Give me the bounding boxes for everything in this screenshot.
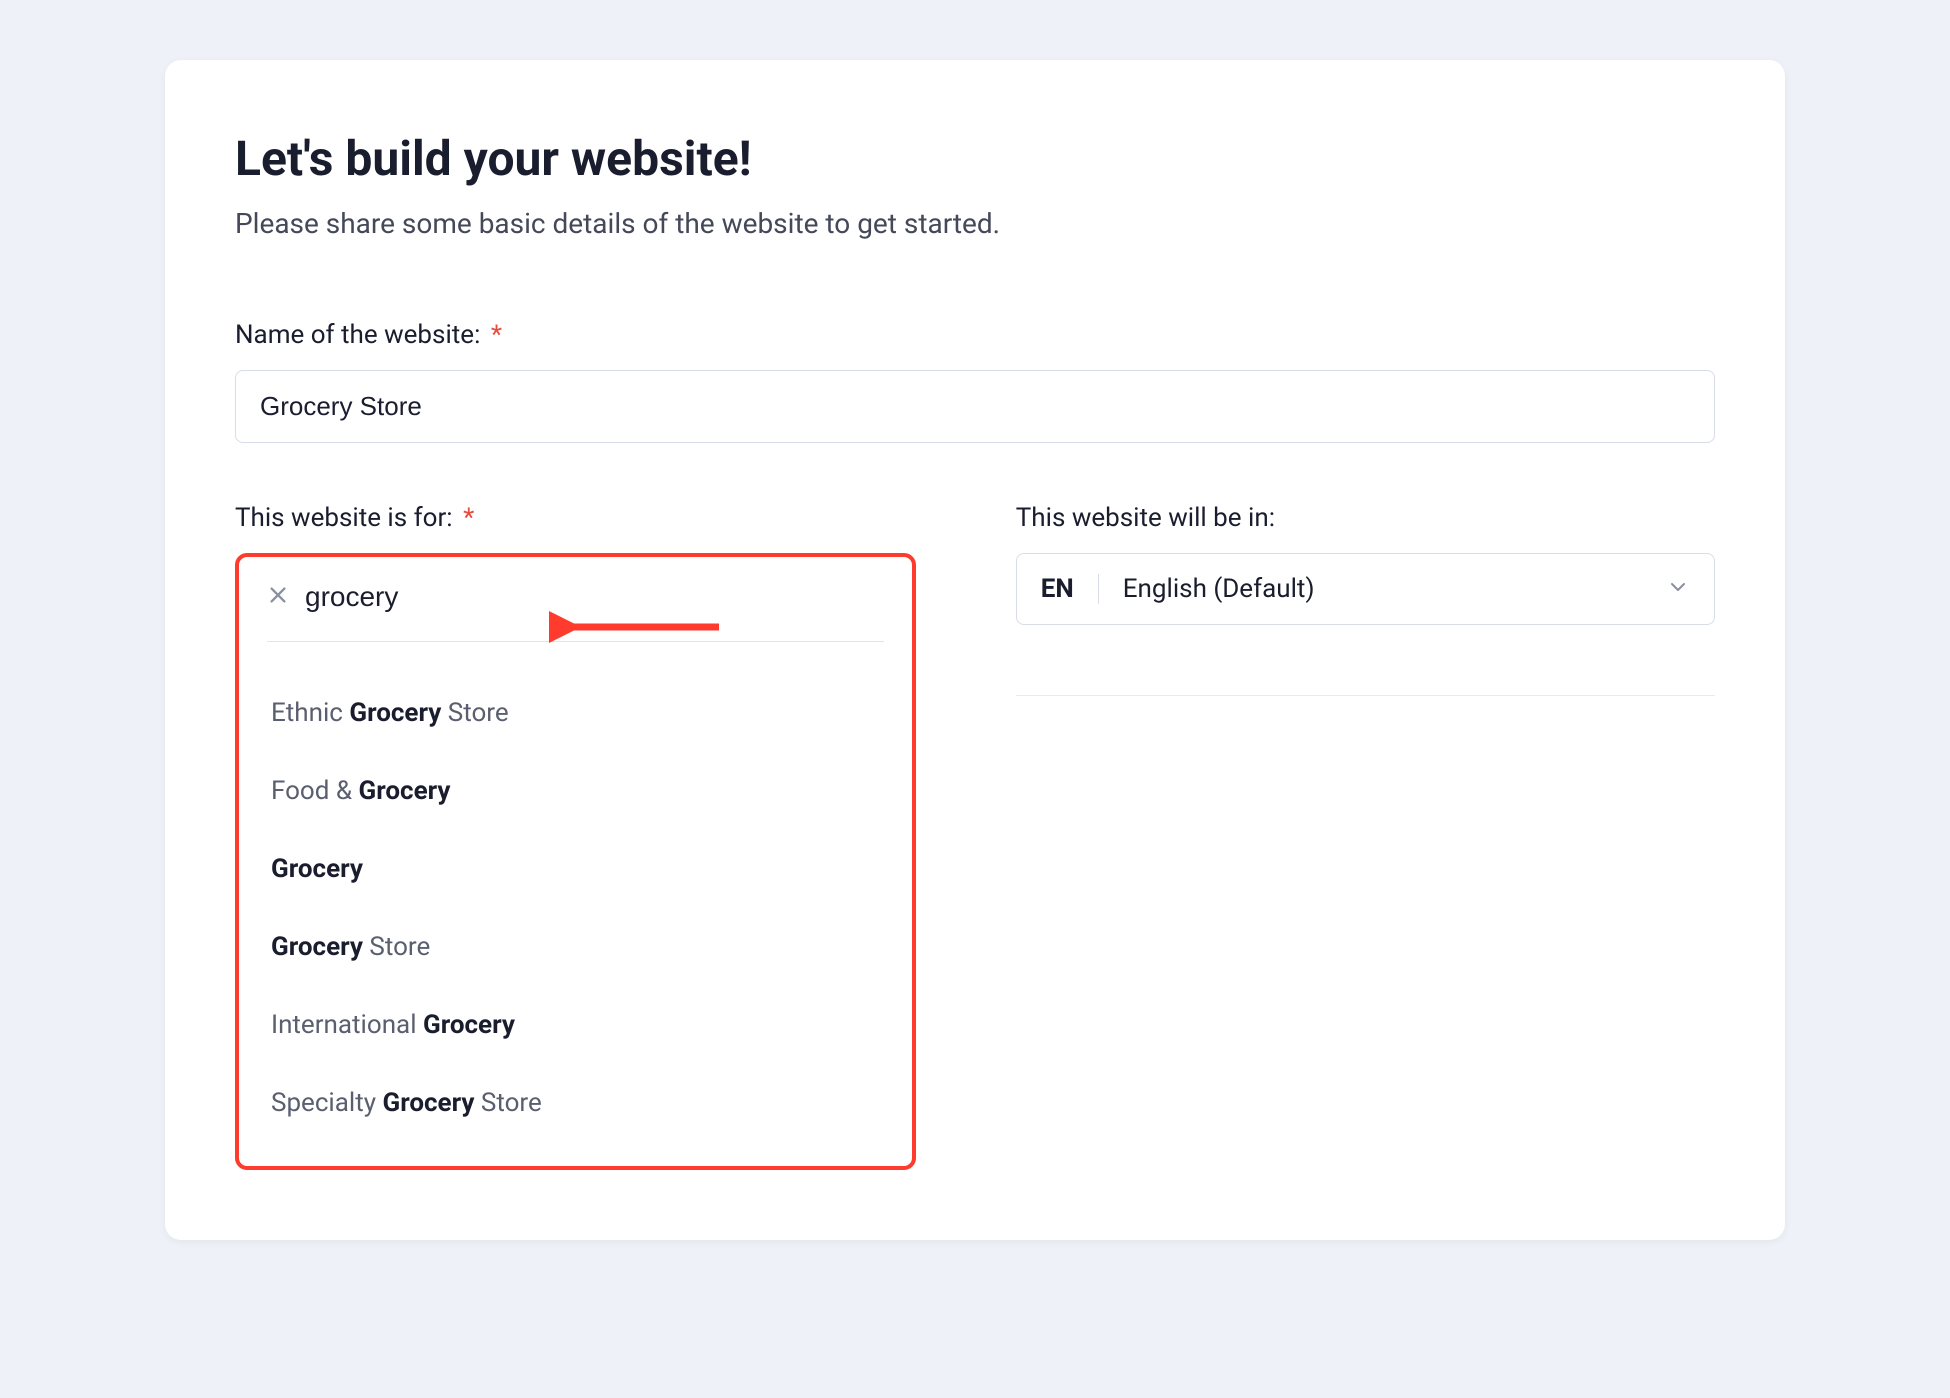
option-prefix: Food &	[271, 776, 359, 806]
close-icon[interactable]	[267, 584, 305, 610]
option-match: Grocery	[359, 776, 451, 806]
website-type-col: This website is for: *	[235, 503, 916, 1170]
option-suffix: Store	[474, 1088, 541, 1118]
website-name-row: Name of the website: *	[235, 320, 1715, 443]
option-suffix: Store	[441, 698, 508, 728]
dropdown-item[interactable]: Grocery Store	[267, 908, 884, 986]
type-dropdown-list: Ethnic Grocery Store Food & Grocery Groc…	[239, 642, 912, 1166]
website-name-label-text: Name of the website:	[235, 320, 480, 350]
option-match: Grocery	[349, 698, 441, 728]
option-match: Grocery	[271, 932, 363, 962]
chevron-down-icon	[1666, 575, 1690, 603]
website-type-label: This website is for: *	[235, 503, 916, 533]
arrow-annotation-icon	[549, 609, 729, 649]
type-search-dropdown: Ethnic Grocery Store Food & Grocery Groc…	[235, 553, 916, 1170]
language-select[interactable]: EN English (Default)	[1016, 553, 1715, 625]
dropdown-item[interactable]: Food & Grocery	[267, 752, 884, 830]
option-suffix: Store	[363, 932, 430, 962]
language-col: This website will be in: EN English (Def…	[1016, 503, 1715, 1170]
option-match: Grocery	[271, 854, 363, 884]
section-divider	[1016, 695, 1715, 696]
website-name-input[interactable]	[235, 370, 1715, 443]
form-columns: This website is for: *	[235, 503, 1715, 1170]
option-prefix: Ethnic	[271, 698, 349, 728]
language-left: EN English (Default)	[1041, 574, 1315, 604]
option-prefix: Specialty	[271, 1088, 382, 1118]
page-subtitle: Please share some basic details of the w…	[235, 207, 1715, 240]
language-code: EN	[1041, 574, 1099, 604]
dropdown-item[interactable]: Specialty Grocery Store	[267, 1064, 884, 1142]
option-match: Grocery	[382, 1088, 474, 1118]
dropdown-item[interactable]: Ethnic Grocery Store	[267, 674, 884, 752]
option-prefix: International	[271, 1010, 423, 1040]
required-mark: *	[463, 503, 474, 533]
language-label: This website will be in:	[1016, 503, 1715, 533]
dropdown-item[interactable]: International Grocery	[267, 986, 884, 1064]
dropdown-item[interactable]: Grocery	[267, 830, 884, 908]
page-title: Let's build your website!	[235, 130, 1715, 187]
website-name-label: Name of the website: *	[235, 320, 1715, 350]
language-name: English (Default)	[1123, 574, 1315, 604]
option-match: Grocery	[423, 1010, 515, 1040]
builder-card: Let's build your website! Please share s…	[165, 60, 1785, 1240]
language-label-text: This website will be in:	[1016, 503, 1275, 533]
website-type-label-text: This website is for:	[235, 503, 453, 533]
required-mark: *	[491, 320, 502, 350]
